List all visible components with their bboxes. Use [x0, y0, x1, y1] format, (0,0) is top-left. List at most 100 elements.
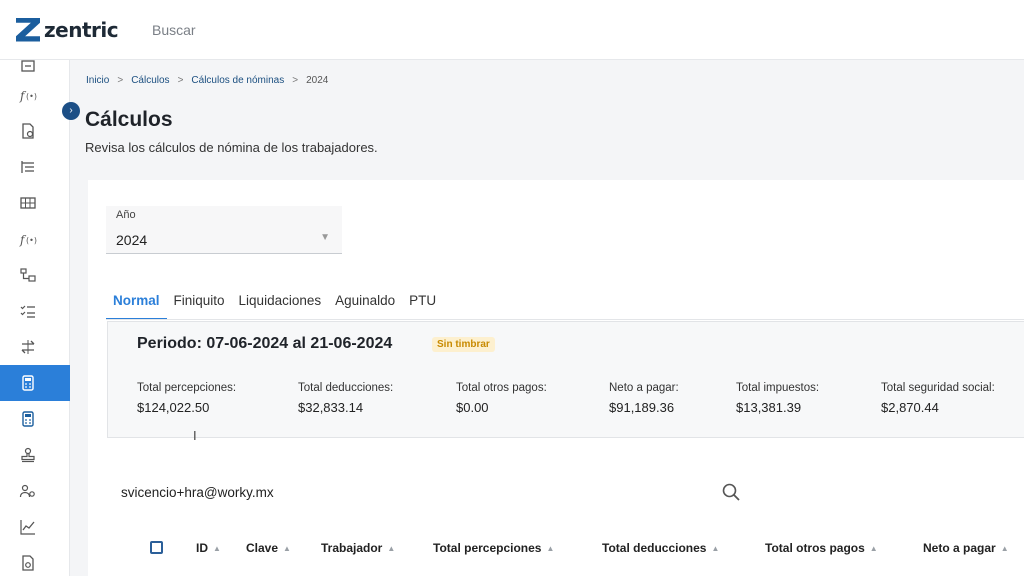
column-header-label: Total percepciones — [433, 541, 542, 555]
period-title: Periodo: 07-06-2024 al 21-06-2024 — [137, 335, 393, 352]
search-value: svicencio+hra@worky.mx — [121, 485, 274, 500]
breadcrumb-item-calculos-nominas[interactable]: Cálculos de nóminas — [191, 75, 284, 86]
column-header-total-percepciones[interactable]: Total percepciones ▲ — [433, 541, 554, 555]
box-icon — [21, 60, 35, 72]
page-subtitle: Revisa los cálculos de nómina de los tra… — [85, 140, 378, 155]
breadcrumb: Inicio > Cálculos > Cálculos de nóminas … — [86, 75, 328, 86]
sidebar-item-transfers[interactable] — [0, 329, 70, 365]
sidebar-item-checklist[interactable] — [0, 293, 70, 329]
logo[interactable]: zentric — [16, 17, 138, 42]
sidebar-item-reports[interactable] — [0, 509, 70, 545]
sidebar-collapse-button[interactable]: › — [62, 102, 80, 120]
global-search-input[interactable]: Buscar — [152, 22, 196, 38]
tab-liquidaciones[interactable]: Liquidaciones — [232, 290, 329, 320]
sort-icon: ▲ — [387, 543, 396, 553]
stamp-icon — [21, 447, 35, 463]
page-title: Cálculos — [85, 108, 173, 131]
sort-icon: ▲ — [283, 543, 291, 553]
table-header: ID ▲ Clave ▲ Trabajador ▲ Total percepcione… — [107, 530, 1024, 570]
sort-icon: ▲ — [711, 543, 720, 553]
tab-aguinaldo[interactable]: Aguinaldo — [328, 290, 402, 320]
sidebar-item-formulas[interactable]: f (•) — [0, 77, 70, 113]
tab-finiquito[interactable]: Finiquito — [167, 290, 232, 320]
column-header-label: Trabajador — [321, 541, 383, 555]
sidebar-item-tables[interactable] — [0, 185, 70, 221]
metric-value: $32,833.14 — [298, 400, 364, 415]
calculator-icon — [22, 411, 34, 427]
document-settings-icon — [22, 123, 34, 139]
checklist-icon — [20, 305, 35, 318]
metric-value: $2,870.44 — [881, 400, 939, 415]
metric-label: Total seguridad social: — [881, 382, 995, 394]
metric-total-seguridad-social: Total seguridad social: $2,870.44 — [881, 382, 995, 415]
svg-text:(•): (•) — [26, 236, 37, 245]
column-header-label: Neto a pagar — [923, 541, 996, 555]
period-summary-card: Periodo: 07-06-2024 al 21-06-2024 Sin ti… — [107, 321, 1024, 438]
file-settings-icon — [22, 555, 34, 571]
metric-value: $13,381.39 — [736, 400, 802, 415]
chevron-right-icon: › — [69, 105, 73, 116]
breadcrumb-item-calculos[interactable]: Cálculos — [131, 75, 169, 86]
metric-total-percepciones: Total percepciones: $124,022.50 — [137, 382, 236, 415]
column-header-id[interactable]: ID ▲ — [196, 541, 221, 555]
sidebar-item-calculos[interactable] — [0, 365, 70, 401]
tab-ptu[interactable]: PTU — [402, 290, 443, 320]
sidebar-item-structure[interactable] — [0, 149, 70, 185]
column-header-total-deducciones[interactable]: Total deducciones ▲ — [602, 541, 719, 555]
metric-label: Total percepciones: — [137, 382, 237, 394]
chart-line-icon — [20, 520, 35, 535]
metric-total-deducciones: Total deducciones: $32,833.14 — [298, 382, 393, 415]
sidebar-item-functions[interactable]: f (•) — [0, 221, 70, 257]
function-icon: f (•) — [19, 89, 37, 103]
column-header-neto-a-pagar[interactable]: Neto a pagar ▲ — [923, 541, 1009, 555]
column-header-trabajador[interactable]: Trabajador ▲ — [321, 541, 395, 555]
breadcrumb-current: 2024 — [306, 75, 329, 86]
column-header-label: ID — [196, 541, 208, 555]
year-select-label: Año — [116, 209, 136, 221]
zentric-logo-icon — [16, 17, 40, 42]
column-header-clave[interactable]: Clave ▲ — [246, 541, 291, 555]
metric-value: $124,022.50 — [137, 400, 210, 415]
tab-normal[interactable]: Normal — [106, 290, 167, 320]
year-select-value: 2024 — [116, 232, 148, 248]
sidebar-item-users[interactable] — [0, 473, 70, 509]
status-badge: Sin timbrar — [432, 337, 495, 352]
metric-neto-a-pagar: Neto a pagar: $91,189.36 — [609, 382, 679, 415]
text-cursor-icon: I — [193, 428, 197, 443]
breadcrumb-separator: > — [292, 75, 299, 86]
list-tree-icon — [21, 161, 34, 173]
column-header-label: Clave — [246, 541, 279, 555]
column-header-label: Total otros pagos — [765, 541, 865, 555]
table-grid-icon — [20, 197, 36, 209]
breadcrumb-item-inicio[interactable]: Inicio — [86, 75, 109, 86]
sidebar-item-hierarchy[interactable] — [0, 257, 70, 293]
calculator-icon — [22, 375, 34, 391]
year-select[interactable]: Año 2024 ▼ — [106, 206, 342, 254]
metric-value: $91,189.36 — [609, 400, 675, 415]
svg-text:(•): (•) — [26, 92, 37, 101]
tabs-divider — [106, 319, 1024, 320]
sort-icon: ▲ — [1000, 543, 1009, 553]
sidebar-item-calculator[interactable] — [0, 401, 70, 437]
metric-total-impuestos: Total impuestos: $13,381.39 — [736, 382, 819, 415]
metric-label: Total deducciones: — [298, 382, 394, 394]
column-header-total-otros-pagos[interactable]: Total otros pagos ▲ — [765, 541, 878, 555]
sort-icon: ▲ — [869, 543, 878, 553]
function-icon: f (•) — [19, 233, 37, 247]
sort-icon: ▲ — [546, 543, 555, 553]
top-bar: zentric Buscar — [0, 0, 1024, 60]
sidebar-item-file-settings[interactable] — [0, 545, 70, 576]
metric-label: Neto a pagar: — [609, 382, 679, 394]
search-icon[interactable] — [721, 482, 741, 502]
worker-search-input[interactable]: svicencio+hra@worky.mx — [107, 472, 757, 514]
sidebar-item-stamp[interactable] — [0, 437, 70, 473]
caret-down-icon: ▼ — [320, 232, 330, 243]
select-all-checkbox[interactable] — [150, 541, 163, 554]
sidebar-item-documents[interactable] — [0, 113, 70, 149]
sort-icon: ▲ — [213, 543, 221, 553]
column-header-label: Total deducciones — [602, 541, 707, 555]
metric-label: Total otros pagos: — [456, 382, 547, 394]
folder-tree-icon — [20, 268, 36, 282]
sidebar: f (•) f (•) — [0, 60, 70, 576]
metric-label: Total impuestos: — [736, 382, 820, 394]
